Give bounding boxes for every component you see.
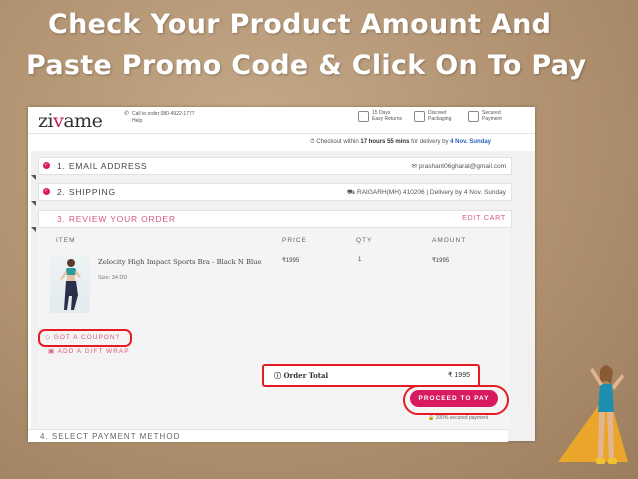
step-marker-icon: [31, 201, 36, 206]
tag-icon: ◇: [45, 334, 51, 341]
review-order-header: 3. REVIEW YOUR ORDER EDIT CART: [38, 210, 512, 228]
easy-returns-feature: 15 Days Easy Returns: [358, 110, 402, 122]
check-icon: ✓: [43, 188, 50, 195]
lock-icon: [468, 111, 479, 122]
site-header: zivame ✆ Call to order 080-4922-1777 Hel…: [28, 107, 535, 134]
gift-wrap-link[interactable]: ▣ ADD A GIFT WRAP: [48, 347, 130, 355]
product-amount: ₹1995: [432, 258, 450, 264]
column-price: PRICE: [282, 237, 307, 244]
order-total-value: ₹ 1995: [448, 372, 470, 379]
discreet-packaging-feature: Discreet Packaging: [414, 110, 451, 122]
column-item: ITEM: [56, 237, 76, 244]
product-price: ₹1995: [282, 258, 300, 264]
shipping-value: RAIGARH(MH) 410206 | Delivery by 4 Nov. …: [357, 189, 506, 196]
checkout-timer: ⏱ Checkout within 17 hours 55 mins for d…: [310, 139, 492, 145]
model-figure-icon: [60, 259, 81, 310]
step-payment-method[interactable]: 4. SELECT PAYMENT METHOD: [28, 429, 508, 442]
headline-line-1: Check Your Product Amount And: [48, 9, 552, 40]
proceed-to-pay-button[interactable]: PROCEED TO PAY: [410, 390, 498, 407]
zivame-logo[interactable]: zivame: [38, 110, 103, 132]
column-qty: QTY: [356, 237, 373, 244]
lock-icon: 🔒: [428, 415, 435, 421]
package-icon: [414, 111, 425, 122]
fitness-model-illustration: [590, 365, 624, 464]
product-image[interactable]: [50, 255, 90, 313]
step-marker-icon: [31, 227, 36, 232]
email-value: prashant06gharat@gmail.com: [418, 163, 506, 170]
order-total-label: Order Total: [283, 371, 329, 380]
order-total-box: ⓘ Order Total ₹ 1995: [262, 364, 480, 387]
info-icon: ⓘ: [274, 371, 281, 380]
step-marker-icon: [31, 175, 36, 180]
truck-icon: ⛟: [347, 189, 356, 196]
headline-line-2: Paste Promo Code & Click On To Pay: [26, 50, 587, 81]
step-email[interactable]: ✓ 1. EMAIL ADDRESS ✉ prashant06gharat@gm…: [38, 157, 512, 175]
slide-headline: Check Your Product Amount And Paste Prom…: [26, 4, 586, 86]
got-coupon-link[interactable]: ◇ GOT A COUPON?: [45, 333, 120, 341]
clock-icon: ⏱: [310, 139, 315, 145]
mail-icon: ✉: [411, 163, 417, 170]
column-amount: AMOUNT: [432, 237, 467, 244]
product-name[interactable]: Zelocity High Impact Sports Bra - Black …: [98, 258, 262, 266]
product-size: Size: 34 DD: [98, 275, 128, 281]
secured-payment-feature: Secured Payment: [468, 110, 502, 122]
phone-icon: ✆: [124, 111, 130, 117]
check-icon: ✓: [43, 162, 50, 169]
box-icon: [358, 111, 369, 122]
edit-cart-link[interactable]: EDIT CART: [462, 215, 506, 222]
secure-payment-note: 🔒 100% secured payment: [428, 415, 489, 421]
call-to-order[interactable]: ✆ Call to order 080-4922-1777 Help: [124, 111, 195, 125]
gift-icon: ▣: [48, 348, 56, 355]
step-shipping[interactable]: ✓ 2. SHIPPING ⛟ RAIGARH(MH) 410206 | Del…: [38, 183, 512, 201]
product-qty: 1: [358, 257, 362, 263]
